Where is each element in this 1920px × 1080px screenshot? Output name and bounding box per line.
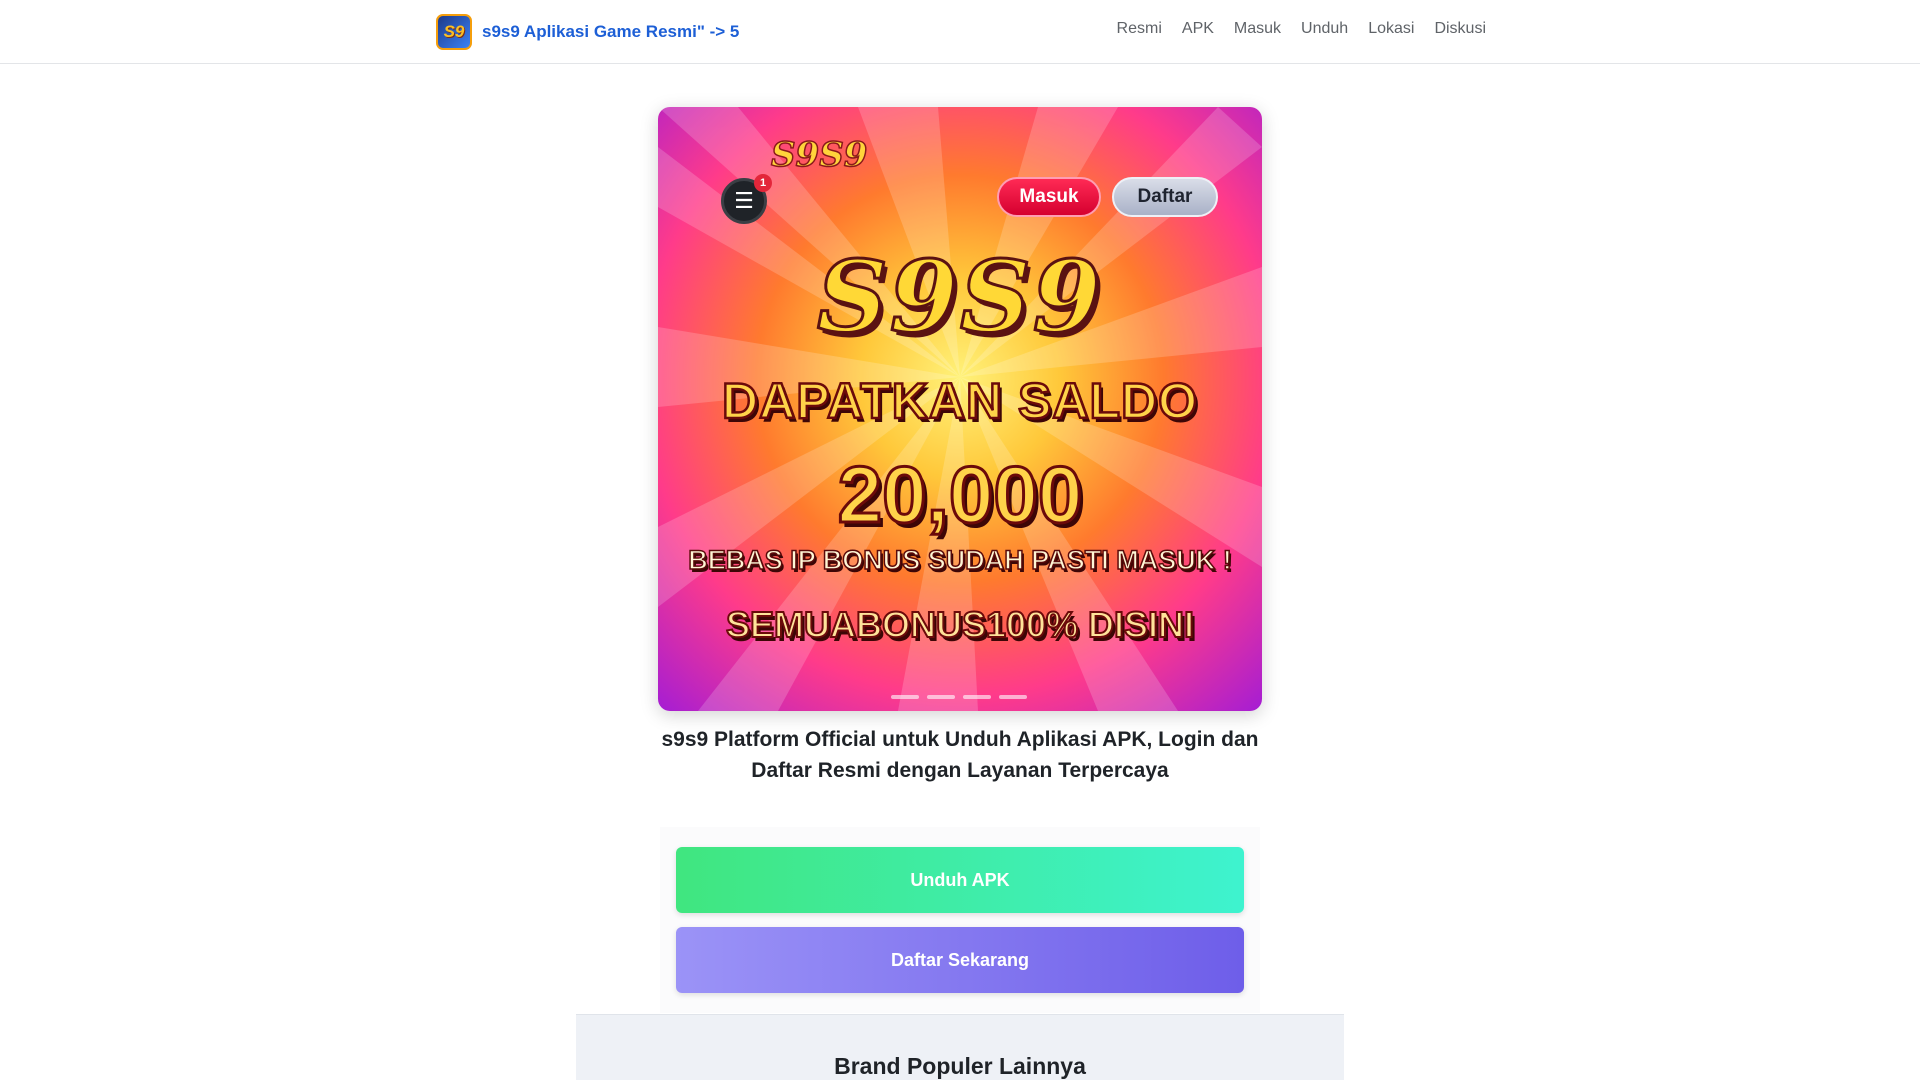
carousel-indicators <box>891 695 1027 699</box>
nav-link-apk[interactable]: APK <box>1182 20 1214 38</box>
nav-link-resmi[interactable]: Resmi <box>1117 20 1162 38</box>
nav-link-masuk[interactable]: Masuk <box>1234 20 1281 38</box>
brand-logo-icon: S9 <box>436 14 472 50</box>
banner-login-button[interactable]: Masuk <box>997 177 1101 217</box>
carousel-dot-2[interactable] <box>927 695 955 699</box>
banner-headline: DAPATKAN SALDO <box>721 372 1199 431</box>
promo-banner-carousel[interactable]: S9S9 ☰ 1 Masuk Daftar S9S9 DAPATKAN SALD… <box>658 107 1262 711</box>
nav-link-lokasi[interactable]: Lokasi <box>1368 20 1414 38</box>
carousel-dot-3[interactable] <box>963 695 991 699</box>
download-apk-button[interactable]: Unduh APK <box>676 847 1244 913</box>
nav-link-unduh[interactable]: Unduh <box>1301 20 1348 38</box>
main-nav: Resmi APK Masuk Unduh Lokasi Diskusi <box>1117 20 1486 38</box>
banner-main-logo: S9S9 <box>816 239 1103 357</box>
carousel-dot-4[interactable] <box>999 695 1027 699</box>
notification-badge: 1 <box>754 174 772 192</box>
register-now-button[interactable]: Daftar Sekarang <box>676 927 1244 993</box>
banner-amount: 20,000 <box>836 449 1084 541</box>
banner-subline: BEBAS IP BONUS SUDAH PASTI MASUK ! <box>687 544 1232 576</box>
banner-register-button[interactable]: Daftar <box>1112 177 1218 217</box>
nav-link-diskusi[interactable]: Diskusi <box>1434 20 1486 38</box>
carousel-dot-1[interactable] <box>891 695 919 699</box>
banner-small-logo: S9S9 <box>770 134 868 176</box>
popular-brands-section: Brand Populer Lainnya <box>576 1014 1344 1080</box>
brand-link[interactable]: S9 s9s9 Aplikasi Game Resmi" -> 5 <box>436 14 739 50</box>
banner-bonus-line: SEMUABONUS100% DISINI <box>725 603 1195 646</box>
brand-title: s9s9 Aplikasi Game Resmi" -> 5 <box>482 22 740 41</box>
cta-panel: Unduh APK Daftar Sekarang <box>660 827 1260 1013</box>
top-navbar: S9 s9s9 Aplikasi Game Resmi" -> 5 Resmi … <box>0 0 1920 64</box>
page-tagline: s9s9 Platform Official untuk Unduh Aplik… <box>661 728 1259 782</box>
section-title: Brand Populer Lainnya <box>834 1053 1086 1079</box>
